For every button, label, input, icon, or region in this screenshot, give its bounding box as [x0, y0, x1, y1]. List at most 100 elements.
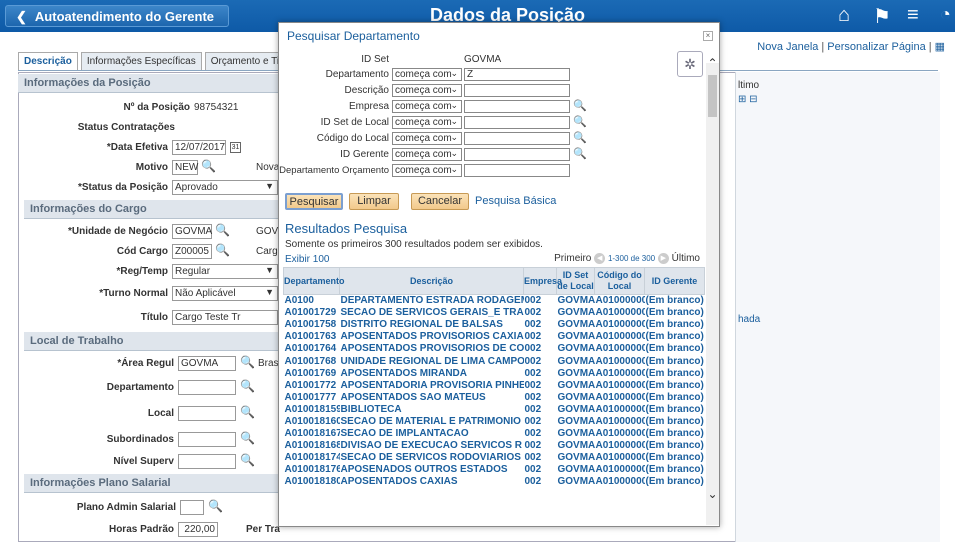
cell-department[interactable]: A01001764 [284, 343, 340, 355]
cell-location-setid[interactable]: GOVMA [556, 306, 595, 319]
cell-manager-id[interactable]: (Em branco) [644, 475, 705, 488]
scroll-up-icon[interactable]: ⌃ [706, 56, 719, 70]
position-status-select[interactable]: Aprovado ▼ [172, 180, 278, 195]
calendar-icon[interactable]: 31 [230, 142, 241, 153]
salary-plan-lookup-icon[interactable]: 🔍 [208, 499, 223, 513]
supervisor-level-lookup-icon[interactable]: 🔍 [240, 453, 255, 467]
cell-location-setid[interactable]: GOVMA [557, 391, 595, 403]
cell-department[interactable]: A010018159 [283, 403, 340, 416]
location-code-lookup-icon[interactable]: 🔍 [573, 131, 587, 144]
cell-description[interactable]: APOSENTADOS PROVISORIOS DE COL [340, 343, 524, 355]
cell-department[interactable]: A010018160 [284, 415, 340, 427]
cell-manager-id[interactable]: (Em branco) [645, 415, 705, 427]
cell-location-setid[interactable]: GOVMA [556, 379, 595, 392]
cell-department[interactable]: A01001769 [284, 367, 340, 379]
cell-description[interactable]: SECAO DE SERVICOS GERAIS_E TRA [339, 306, 524, 319]
first-page-label[interactable]: Primeiro [554, 253, 591, 264]
cell-department[interactable]: A010018174 [283, 451, 340, 464]
table-row[interactable]: A010018174 SECAO DE SERVICOS RODOVIARIOS 0… [283, 451, 705, 464]
table-row[interactable]: A010018167 SECAO DE IMPLANTACAO 002 GOVMA A0… [283, 427, 705, 440]
table-row[interactable]: A01001777 APOSENTADOS SAO MATEUS 002 GOVMA A… [284, 391, 705, 403]
table-row[interactable]: A0100 DEPARTAMENTO ESTRADA RODAGEM 002 GOVM… [284, 295, 705, 307]
criteria-input-department[interactable]: Z [464, 68, 570, 81]
col-header-manager-id[interactable]: ID Gerente [644, 267, 705, 295]
operator-select-department[interactable]: começa com ⌄ [392, 68, 462, 81]
effective-date-field[interactable]: 12/07/2017 [172, 140, 226, 155]
cell-description[interactable]: APOSENADOS OUTROS ESTADOS [340, 464, 524, 476]
department-lookup-icon[interactable]: 🔍 [240, 379, 255, 393]
previous-page-icon[interactable]: ◀ [594, 253, 606, 264]
col-header-location-setid[interactable]: ID Set de Local [556, 267, 595, 295]
cell-manager-id[interactable]: (Em branco) [645, 391, 705, 403]
supervisor-level-field[interactable] [178, 454, 236, 469]
operator-select-budget-department[interactable]: começa com ⌄ [392, 164, 462, 177]
new-window-link[interactable]: Nova Janela [757, 41, 818, 53]
cell-company[interactable]: 002 [523, 427, 557, 440]
cell-company[interactable]: 002 [523, 451, 557, 464]
reg-region-lookup-icon[interactable]: 🔍 [240, 355, 255, 369]
cell-description[interactable]: SECAO DE SERVICOS RODOVIARIOS [339, 451, 524, 464]
cell-location-code[interactable]: A010000001 [594, 330, 645, 343]
company-lookup-icon[interactable]: 🔍 [573, 99, 587, 112]
cell-department[interactable]: A01001777 [284, 391, 340, 403]
cell-description[interactable]: APOSENTADOS CAXIAS [339, 475, 524, 488]
tab-specific-info[interactable]: Informações Específicas [80, 52, 202, 70]
search-button[interactable]: Pesquisar [285, 193, 343, 210]
criteria-input-description[interactable] [464, 84, 570, 97]
business-unit-field[interactable]: GOVMA [172, 224, 212, 239]
cell-manager-id[interactable]: (Em branco) [644, 427, 705, 440]
cell-location-code[interactable]: A010000001 [595, 391, 645, 403]
criteria-input-budget-department[interactable] [464, 164, 570, 177]
cell-location-setid[interactable]: GOVMA [557, 464, 595, 476]
cell-location-setid[interactable]: GOVMA [556, 475, 595, 488]
home-icon[interactable]: ⌂ [838, 4, 850, 27]
back-button[interactable]: ❮ Autoatendimento do Gerente [5, 5, 229, 27]
table-row[interactable]: A010018180 APOSENTADOS CAXIAS 002 GOVMA A010… [283, 475, 705, 488]
cell-location-code[interactable]: A010000001 [595, 343, 645, 355]
cell-location-code[interactable]: A010000001 [594, 306, 645, 319]
cell-manager-id[interactable]: (Em branco) [645, 319, 705, 331]
reg-temp-select[interactable]: Regular ▼ [172, 264, 278, 279]
cell-company[interactable]: 002 [523, 403, 557, 416]
manager-id-lookup-icon[interactable]: 🔍 [573, 147, 587, 160]
cell-company[interactable]: 002 [523, 475, 557, 488]
cell-location-setid[interactable]: GOVMA [556, 354, 595, 368]
table-row[interactable]: A01001772 APOSENTADORIA PROVISORIA PINHE 0… [283, 379, 705, 392]
next-page-icon[interactable]: ▶ [657, 253, 669, 264]
reg-region-field[interactable]: GOVMA [178, 356, 236, 371]
cell-manager-id[interactable]: (Em branco) [644, 330, 705, 343]
cell-company[interactable]: 002 [524, 464, 557, 476]
col-header-department[interactable]: Departamento [283, 267, 345, 295]
table-row[interactable]: A010018176 APOSENADOS OUTROS ESTADOS 002 GO… [284, 464, 705, 476]
subordinates-field[interactable] [178, 432, 236, 447]
cell-company[interactable]: 002 [524, 343, 557, 355]
cell-manager-id[interactable]: (Em branco) [645, 343, 705, 355]
cell-location-code[interactable]: A010000001 [594, 403, 645, 416]
cell-company[interactable]: 002 [523, 306, 557, 319]
cell-manager-id[interactable]: (Em branco) [645, 367, 705, 379]
cell-manager-id[interactable]: (Em branco) [645, 295, 705, 307]
cell-description[interactable]: DISTRITO REGIONAL DE BALSAS [340, 319, 524, 331]
reason-field[interactable]: NEW [172, 160, 198, 175]
cell-company[interactable]: 002 [523, 330, 557, 343]
show-100-link[interactable]: Exibir 100 [285, 254, 329, 265]
cancel-button[interactable]: Cancelar [411, 193, 469, 210]
location-lookup-icon[interactable]: 🔍 [240, 405, 255, 419]
table-row[interactable]: A010018160 SECAO DE MATERIAL E PATRIMONIO… [284, 415, 705, 427]
cell-department[interactable]: A01001763 [283, 330, 340, 343]
cell-manager-id[interactable]: (Em branco) [644, 379, 705, 392]
close-icon[interactable]: × [703, 31, 713, 41]
table-row[interactable]: A01001768 UNIDADE REGIONAL DE LIMA CAMPO 0… [283, 354, 705, 368]
cell-company[interactable]: 002 [523, 354, 557, 368]
table-row[interactable]: A010018168 DIVISAO DE EXECUCAO SERVICOS R… [284, 440, 705, 452]
cell-description[interactable]: APOSENTADOS MIRANDA [340, 367, 524, 379]
cell-description[interactable]: UNIDADE REGIONAL DE LIMA CAMPO [339, 354, 524, 368]
cell-description[interactable]: APOSENTADOS SAO MATEUS [340, 391, 524, 403]
business-unit-lookup-icon[interactable]: 🔍 [215, 223, 230, 237]
job-code-field[interactable]: Z00005 [172, 244, 212, 259]
reason-lookup-icon[interactable]: 🔍 [201, 159, 216, 173]
scroll-down-icon[interactable]: ⌄ [706, 487, 719, 501]
clear-button[interactable]: Limpar [349, 193, 399, 210]
table-row[interactable]: A01001763 APOSENTADOS PROVISORIOS CAXIAS 0… [283, 330, 705, 343]
scrollbar-thumb[interactable] [708, 75, 717, 117]
